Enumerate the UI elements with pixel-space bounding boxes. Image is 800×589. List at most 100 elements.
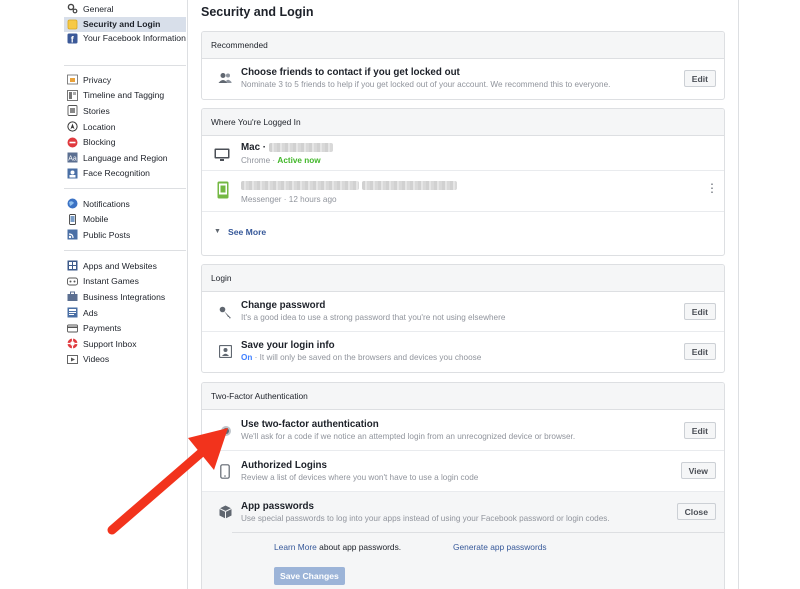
divider <box>232 532 724 533</box>
sidebar-item-label: Stories <box>83 105 110 116</box>
ads-icon <box>67 307 78 318</box>
radio-dot-icon <box>218 423 234 439</box>
generate-app-passwords-link[interactable]: Generate app passwords <box>453 542 547 552</box>
sidebar-item-language-and-region[interactable]: Aa Language and Region <box>64 150 186 166</box>
sidebar-item-public-posts[interactable]: Public Posts <box>64 227 186 243</box>
active-now-status: Active now <box>277 156 321 165</box>
sidebar-item-mobile[interactable]: Mobile <box>64 212 186 228</box>
phone-icon <box>217 463 233 479</box>
section-header: Two-Factor Authentication <box>202 383 724 410</box>
profile-card-icon <box>217 343 233 359</box>
trusted-contacts-edit-button[interactable]: Edit <box>683 70 716 87</box>
use-2fa-edit-button[interactable]: Edit <box>683 422 716 439</box>
change-password-row[interactable]: Change password It's a good idea to use … <box>202 292 724 332</box>
timeline-icon <box>67 89 78 101</box>
authorized-logins-view-button[interactable]: View <box>680 462 716 479</box>
sidebar-divider <box>64 65 186 66</box>
stories-icon <box>67 105 78 117</box>
learn-more-link[interactable]: Learn More <box>274 542 317 552</box>
sidebar-item-privacy[interactable]: Privacy <box>64 72 186 88</box>
sidebar-item-business-integrations[interactable]: Business Integrations <box>64 289 186 305</box>
sidebar-item-payments[interactable]: Payments <box>64 320 186 336</box>
row-title: Use two-factor authentication <box>241 419 379 430</box>
sidebar-item-instant-games[interactable]: Instant Games <box>64 274 186 290</box>
sidebar-item-your-facebook-information[interactable]: f Your Facebook Information <box>64 32 186 58</box>
sidebar-item-label: Privacy <box>83 74 112 85</box>
save-login-info-row[interactable]: Save your login info On · It will only b… <box>202 332 724 372</box>
session-device <box>241 180 457 191</box>
sidebar-item-label: Location <box>83 121 116 132</box>
sidebar-group-privacy: Privacy Timeline and Tagging Stories Loc… <box>64 72 186 181</box>
svg-text:Aa: Aa <box>68 156 77 163</box>
sidebar-group-apps: Apps and Websites Instant Games Business… <box>64 258 186 367</box>
change-password-edit-button[interactable]: Edit <box>683 303 716 320</box>
sidebar-item-ads[interactable]: Ads <box>64 305 186 321</box>
blocking-icon <box>67 137 78 148</box>
key-icon <box>217 304 233 320</box>
chevron-down-icon: ▼ <box>214 228 221 235</box>
sidebar-item-notifications[interactable]: Notifications <box>64 196 186 212</box>
session-row-messenger[interactable]: Messenger · 12 hours ago ⋮ <box>202 171 724 212</box>
sidebar-item-label: General <box>83 3 114 14</box>
see-more-link[interactable]: See More <box>228 227 266 237</box>
desktop-icon <box>214 147 230 163</box>
sidebar-item-label: Notifications <box>83 198 130 209</box>
sidebar-item-label: Language and Region <box>83 152 168 163</box>
sidebar-item-stories[interactable]: Stories <box>64 103 186 119</box>
use-2fa-row[interactable]: Use two-factor authentication We'll ask … <box>202 410 724 451</box>
shield-icon <box>67 19 78 30</box>
sidebar-item-security-and-login[interactable]: Security and Login <box>64 16 186 33</box>
sidebar-item-apps-and-websites[interactable]: Apps and Websites <box>64 258 186 274</box>
login-section: Login Change password It's a good idea t… <box>201 264 725 373</box>
sidebar-item-label: Security and Login <box>83 19 161 30</box>
session-meta: Chrome · Active now <box>241 156 321 165</box>
trusted-contacts-row[interactable]: Choose friends to contact if you get loc… <box>202 59 724 99</box>
app-passwords-close-button[interactable]: Close <box>676 503 716 520</box>
friends-icon <box>217 70 233 86</box>
globe-icon <box>67 198 78 209</box>
sidebar-item-general[interactable]: General <box>64 1 186 17</box>
location-icon <box>67 121 78 132</box>
support-icon <box>67 338 78 349</box>
sidebar-item-label: Support Inbox <box>83 338 137 349</box>
row-subtitle: It's a good idea to use a strong passwor… <box>241 313 506 322</box>
redacted-device <box>241 180 359 190</box>
games-icon <box>67 276 78 287</box>
more-options-icon[interactable]: ⋮ <box>706 182 718 194</box>
rss-icon <box>67 229 78 240</box>
save-login-edit-button[interactable]: Edit <box>683 343 716 360</box>
row-subtitle: Nominate 3 to 5 friends to help if you g… <box>241 80 611 89</box>
language-icon: Aa <box>67 152 78 163</box>
sidebar-item-location[interactable]: Location <box>64 119 186 135</box>
apps-icon <box>67 260 78 271</box>
sidebar-item-label: Payments <box>83 323 122 334</box>
row-subtitle: We'll ask for a code if we notice an att… <box>241 432 576 441</box>
sidebar-item-label: Mobile <box>83 214 109 225</box>
see-more-row[interactable]: ▼ See More <box>202 212 724 255</box>
facebook-icon: f <box>67 33 78 44</box>
sidebar-item-videos[interactable]: Videos <box>64 352 186 368</box>
sidebar-item-timeline-and-tagging[interactable]: Timeline and Tagging <box>64 88 186 104</box>
privacy-lock-icon <box>67 74 78 85</box>
save-changes-button[interactable]: Save Changes <box>274 567 345 585</box>
sidebar-item-label: Videos <box>83 354 110 365</box>
authorized-logins-row[interactable]: Authorized Logins Review a list of devic… <box>202 451 724 492</box>
mobile-icon <box>67 213 78 225</box>
section-header: Recommended <box>202 32 724 59</box>
sidebar-group-account: General Security and Login f Your Facebo… <box>64 1 186 58</box>
session-row-mac[interactable]: Mac · Chrome · Active now <box>202 136 724 171</box>
row-title: Change password <box>241 300 326 311</box>
sidebar-item-label: Your Facebook Information <box>83 33 186 44</box>
sidebar-item-face-recognition[interactable]: Face Recognition <box>64 166 186 182</box>
app-passwords-row[interactable]: App passwords Use special passwords to l… <box>202 492 724 589</box>
sidebar-item-label: Blocking <box>83 137 116 148</box>
sidebar-item-support-inbox[interactable]: Support Inbox <box>64 336 186 352</box>
sidebar-item-label: Instant Games <box>83 276 139 287</box>
settings-sidebar: General Security and Login f Your Facebo… <box>0 0 188 589</box>
sidebar-item-label: Public Posts <box>83 229 131 240</box>
sidebar-item-blocking[interactable]: Blocking <box>64 134 186 150</box>
sidebar-item-label: Face Recognition <box>83 168 150 179</box>
row-subtitle: On · It will only be saved on the browse… <box>241 353 481 362</box>
row-subtitle: Review a list of devices where you won't… <box>241 473 479 482</box>
redacted-location <box>268 142 333 152</box>
